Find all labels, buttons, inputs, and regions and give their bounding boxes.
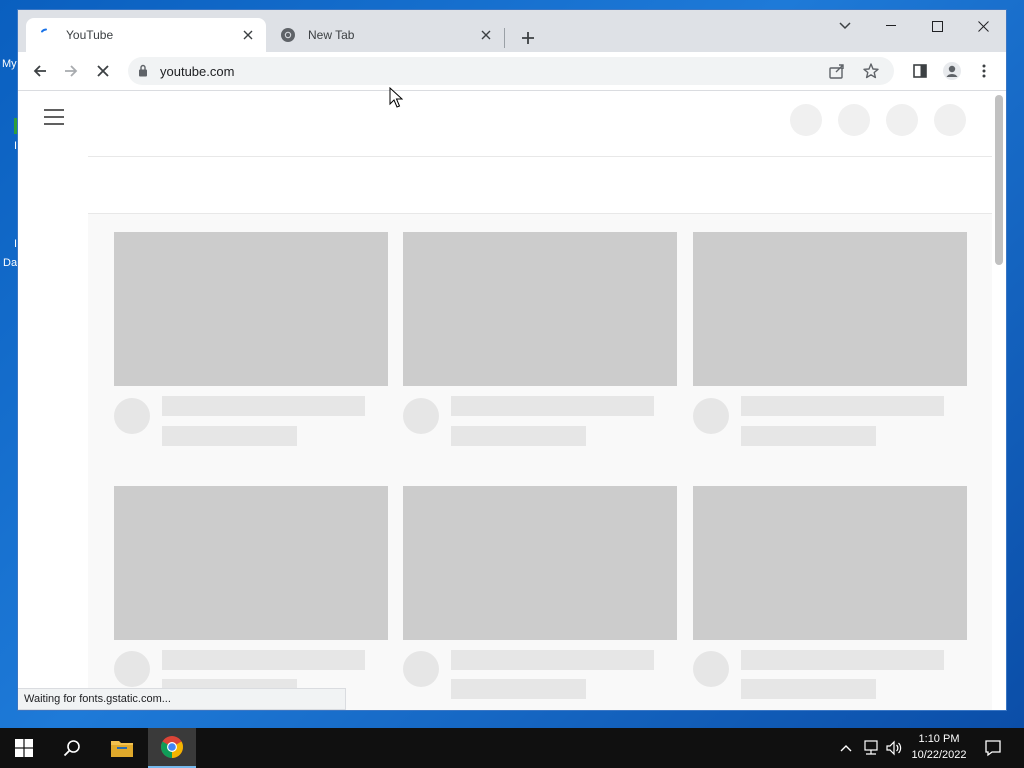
tab-separator [504, 28, 505, 48]
windows-logo-icon [15, 739, 33, 757]
skeleton-thumbnail [114, 232, 388, 386]
show-hidden-icons-button[interactable] [836, 728, 856, 768]
skeleton-avatar [114, 398, 150, 434]
chevron-down-icon [839, 22, 851, 30]
taskbar-clock[interactable]: 1:10 PM 10/22/2022 [904, 731, 974, 763]
skeleton-title-line [451, 396, 654, 416]
skeleton-title-line [162, 396, 365, 416]
tab-search-button[interactable] [822, 10, 868, 42]
tab-youtube[interactable]: YouTube [26, 18, 266, 52]
hamburger-menu-icon[interactable] [44, 109, 64, 125]
file-explorer-button[interactable] [98, 728, 146, 768]
skeleton-header-button [934, 104, 966, 136]
search-button[interactable] [48, 728, 96, 768]
skeleton-header-button [838, 104, 870, 136]
folder-icon [111, 741, 133, 757]
skeleton-header-button [886, 104, 918, 136]
lock-icon[interactable] [138, 64, 148, 77]
minimize-icon [886, 25, 896, 26]
clock-time: 1:10 PM [918, 733, 960, 745]
desktop-icon-label[interactable]: Da [3, 257, 17, 269]
skeleton-meta-line [741, 426, 876, 446]
forward-button[interactable] [59, 59, 83, 83]
skeleton-meta-line [162, 426, 297, 446]
skeleton-avatar [403, 398, 439, 434]
skeleton-thumbnail [403, 486, 677, 640]
skeleton-avatar [693, 398, 729, 434]
skeleton-title-line [451, 650, 654, 670]
skeleton-avatar [403, 651, 439, 687]
skeleton-avatar [693, 651, 729, 687]
skeleton-thumbnail [693, 486, 967, 640]
address-bar[interactable]: youtube.com [128, 57, 894, 85]
tab-strip: YouTube New Tab [18, 10, 1006, 52]
skeleton-thumbnail [693, 232, 967, 386]
stop-icon [97, 65, 109, 77]
chrome-icon [280, 27, 296, 43]
skeleton-meta-line [451, 679, 586, 699]
tab-title: YouTube [66, 28, 114, 42]
profile-avatar-icon [943, 62, 961, 80]
close-tab-icon[interactable] [478, 27, 494, 43]
volume-button[interactable] [883, 728, 905, 768]
maximize-button[interactable] [914, 10, 960, 42]
skeleton-title-line [741, 650, 944, 670]
maximize-icon [931, 20, 943, 32]
plus-icon [522, 32, 534, 44]
browser-toolbar: youtube.com [18, 52, 1006, 91]
chrome-window: YouTube New Tab youtube.com Waiting for … [18, 10, 1006, 710]
clock-date: 10/22/2022 [911, 749, 967, 761]
speaker-icon [886, 740, 902, 756]
loading-spinner-icon [38, 27, 54, 43]
bookmark-star-icon[interactable] [862, 62, 880, 80]
skeleton-title-line [741, 396, 944, 416]
close-icon [977, 20, 989, 32]
share-icon[interactable] [828, 62, 846, 80]
side-panel-button[interactable] [908, 59, 932, 83]
divider [88, 156, 992, 157]
side-panel-icon [913, 64, 927, 78]
youtube-page [18, 91, 1006, 710]
profile-button[interactable] [940, 59, 964, 83]
network-icon [864, 740, 878, 755]
arrow-right-icon [65, 65, 78, 77]
back-button[interactable] [28, 59, 52, 83]
menu-button[interactable] [972, 59, 996, 83]
status-bubble: Waiting for fonts.gstatic.com... [18, 688, 346, 710]
chrome-taskbar-button[interactable] [148, 728, 196, 768]
chevron-up-icon [840, 745, 852, 752]
skeleton-thumbnail [403, 232, 677, 386]
taskbar: 1:10 PM 10/22/2022 [0, 728, 1024, 768]
notifications-button[interactable] [978, 728, 1008, 768]
new-tab-button[interactable] [516, 26, 540, 50]
skeleton-meta-line [451, 426, 586, 446]
notification-icon [985, 740, 1001, 757]
desktop-icon-label[interactable]: My [2, 58, 17, 70]
network-button[interactable] [860, 728, 882, 768]
start-button[interactable] [0, 728, 48, 768]
more-vert-icon [982, 64, 986, 78]
tab-new-tab[interactable]: New Tab [268, 18, 504, 52]
close-tab-icon[interactable] [240, 27, 256, 43]
skeleton-meta-line [741, 679, 876, 699]
arrow-left-icon [33, 65, 46, 77]
address-text[interactable]: youtube.com [160, 64, 234, 79]
close-window-button[interactable] [960, 10, 1006, 42]
chrome-icon [161, 736, 183, 758]
desktop-icon-label[interactable]: I [14, 140, 17, 152]
skeleton-title-line [162, 650, 365, 670]
scrollbar-thumb[interactable] [995, 95, 1003, 265]
tab-title: New Tab [308, 28, 355, 42]
skeleton-thumbnail [114, 486, 388, 640]
stop-loading-button[interactable] [91, 59, 115, 83]
minimize-button[interactable] [868, 10, 914, 42]
page-scrollbar[interactable] [992, 91, 1006, 710]
mouse-cursor-icon [389, 87, 403, 108]
search-icon [63, 740, 80, 757]
desktop-icon-label[interactable]: I [14, 238, 17, 250]
skeleton-avatar [114, 651, 150, 687]
skeleton-header-button [790, 104, 822, 136]
